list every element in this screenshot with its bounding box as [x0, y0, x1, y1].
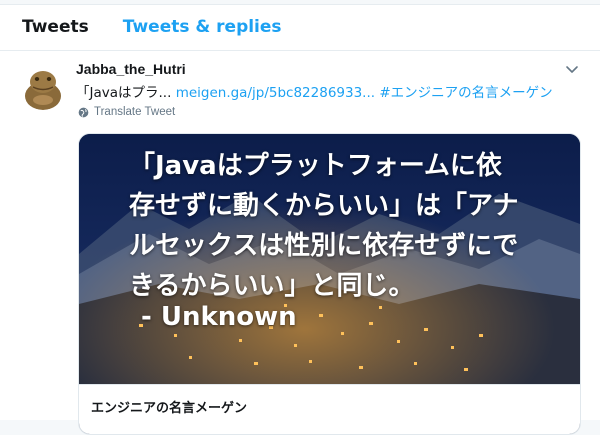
- translate-tweet-button[interactable]: Translate Tweet: [78, 106, 175, 118]
- card-quote-author: - Unknown: [141, 302, 297, 332]
- tweet-text-plain: 「Javaはプラ...: [76, 85, 172, 101]
- profile-tabs: Tweets Tweets & replies: [0, 4, 600, 51]
- tweet-hashtag[interactable]: #エンジニアの名言メーゲン: [379, 85, 552, 101]
- card-meta: エンジニアの名言メーゲン: [79, 384, 580, 434]
- jabba-avatar-icon: [20, 64, 66, 110]
- chevron-down-icon[interactable]: [564, 61, 580, 77]
- link-card[interactable]: 「Javaはプラットフォームに依 存せずに動くからいい」は「アナ ルセックスは性…: [78, 133, 581, 435]
- tweet-link[interactable]: meigen.ga/jp/5bc82286933...: [176, 85, 375, 101]
- translate-label: Translate Tweet: [94, 106, 176, 118]
- tab-tweets[interactable]: Tweets: [22, 4, 89, 50]
- tweet-text: 「Javaはプラ... meigen.ga/jp/5bc82286933... …: [76, 81, 556, 101]
- tweet[interactable]: Jabba_the_Hutri 「Javaはプラ... meigen.ga/jp…: [0, 51, 600, 435]
- card-quote-text: 「Javaはプラットフォームに依 存せずに動くからいい」は「アナ ルセックスは性…: [129, 151, 519, 301]
- card-title: エンジニアの名言メーゲン: [91, 401, 248, 416]
- tweet-author-handle[interactable]: Jabba_the_Hutri: [76, 61, 186, 77]
- globe-icon: [78, 107, 89, 117]
- tab-tweets-and-replies[interactable]: Tweets & replies: [123, 4, 282, 50]
- avatar[interactable]: [20, 64, 66, 110]
